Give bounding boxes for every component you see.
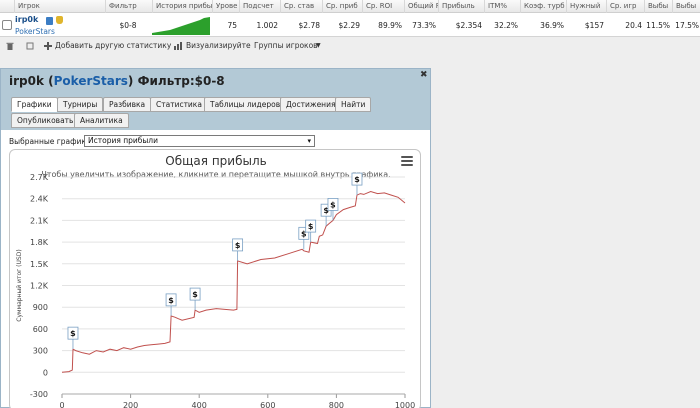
y-tick-label: -300	[30, 390, 48, 399]
col-total-roi[interactable]: Общий R	[404, 0, 438, 13]
cell-turbo: 36.9%	[540, 21, 564, 30]
dollar-marker-label: $	[168, 296, 174, 305]
tab-bar: Графики Турниры Разбивка Статистика Табл…	[1, 94, 430, 130]
y-tick-label: 2.7K	[30, 173, 49, 182]
profit-series-line	[61, 190, 406, 373]
x-tick-label: 0	[59, 401, 64, 408]
tab-breakdown[interactable]: Разбивка	[103, 97, 152, 112]
graph-select-value: История прибыли	[88, 136, 158, 145]
cell-count: 1.002	[256, 21, 278, 30]
tab-tournaments[interactable]: Турниры	[57, 97, 104, 112]
col-itm[interactable]: ITM%	[484, 0, 520, 13]
trophy-icon	[56, 16, 63, 24]
toolbar: Добавить другую статистику Визуализируйт…	[0, 38, 700, 54]
dollar-marker-label: $	[354, 175, 360, 184]
col-profit-history[interactable]: История прибы	[152, 0, 212, 13]
cell-needed: $157	[584, 21, 604, 30]
y-tick-label: 2.4K	[30, 195, 49, 204]
profit-history-sparkline	[152, 17, 210, 35]
col-level[interactable]: Урове	[212, 0, 239, 13]
tab-analytics[interactable]: Аналитика	[74, 113, 129, 128]
dropdown-arrow-icon[interactable]: ▼	[316, 40, 321, 52]
flag-icon	[46, 17, 53, 25]
col-avg-games[interactable]: Ср. игр	[606, 0, 644, 13]
cell-itm: 32.2%	[494, 21, 518, 30]
stats-table: Игрок Фильтр История прибы Урове Подсчет…	[0, 0, 700, 37]
cell-filter: $0-8	[119, 21, 137, 30]
chart-icon[interactable]	[174, 42, 182, 50]
chart-container[interactable]: Общая прибыль Чтобы увеличить изображение…	[9, 149, 421, 408]
col-out2[interactable]: Выбы	[672, 0, 700, 13]
profit-chart[interactable]: Общая прибыль Чтобы увеличить изображение…	[10, 150, 421, 408]
dialog-site-link[interactable]: PokerStars	[54, 74, 128, 88]
select-arrow-icon: ▾	[307, 137, 311, 145]
y-tick-label: 2.1K	[30, 216, 49, 225]
x-tick-label: 400	[192, 401, 207, 408]
col-out1[interactable]: Выбы	[644, 0, 672, 13]
player-groups-button[interactable]: Группы игроков	[254, 40, 318, 52]
cell-level: 75	[227, 21, 237, 30]
cell-out1: 11.5%	[646, 21, 670, 30]
menu-icon[interactable]	[401, 156, 413, 166]
player-site-link[interactable]: PokerStars	[15, 27, 55, 36]
chart-subtitle: Чтобы увеличить изображение, кликните и …	[41, 170, 390, 179]
y-tick-label: 1.8K	[30, 238, 49, 247]
cell-avg-profit: $2.29	[338, 21, 360, 30]
dollar-marker-label: $	[235, 241, 241, 250]
col-avg-roi[interactable]: Ср. ROI	[362, 0, 404, 13]
settings-icon[interactable]	[26, 42, 34, 50]
col-count[interactable]: Подсчет	[239, 0, 280, 13]
chart-title: Общая прибыль	[165, 154, 266, 168]
x-tick-label: 200	[123, 401, 138, 408]
x-tick-label: 800	[329, 401, 344, 408]
col-filter[interactable]: Фильтр	[105, 0, 153, 13]
dollar-marker-label: $	[330, 200, 336, 209]
dialog-player-name: irp0k	[9, 74, 44, 88]
cell-profit: $2.354	[455, 21, 482, 30]
cell-avg-games: 20.4	[625, 21, 642, 30]
add-stat-button[interactable]: Добавить другую статистику	[55, 40, 171, 52]
col-avg-stake[interactable]: Ср. став	[280, 0, 322, 13]
col-profit[interactable]: Прибыль	[438, 0, 484, 13]
x-tick-label: 600	[260, 401, 275, 408]
y-tick-label: 1.5K	[30, 260, 49, 269]
y-tick-label: 600	[33, 325, 48, 334]
dialog-title[interactable]: irp0k (PokerStars) Фильтр:$0-8	[1, 69, 430, 94]
col-player[interactable]: Игрок	[14, 0, 114, 13]
visualize-button[interactable]: Визуализируйте	[186, 40, 251, 52]
dollar-marker-label: $	[192, 290, 198, 299]
player-dialog: irp0k (PokerStars) Фильтр:$0-8 Графики Т…	[0, 68, 431, 408]
cell-avg-stake: $2.78	[298, 21, 320, 30]
cell-avg-roi: 89.9%	[378, 21, 402, 30]
row-checkbox[interactable]	[2, 20, 12, 30]
tab-achievements[interactable]: Достижения	[280, 97, 342, 112]
y-axis-label: Суммарный итог (USD)	[16, 249, 23, 321]
cell-out2: 17.5%	[675, 21, 699, 30]
tab-graphs[interactable]: Графики	[11, 97, 58, 112]
y-tick-label: 0	[43, 368, 48, 377]
dollar-marker-label: $	[70, 329, 76, 338]
tab-find[interactable]: Найти	[335, 97, 372, 112]
tab-leaderboards[interactable]: Таблицы лидеров	[204, 97, 287, 112]
y-tick-label: 900	[33, 303, 48, 312]
col-avg-profit[interactable]: Ср. приб	[322, 0, 362, 13]
dollar-marker-label: $	[308, 222, 314, 231]
y-tick-label: 300	[33, 347, 48, 356]
tab-publish[interactable]: Опубликовать	[11, 113, 80, 128]
player-name-link[interactable]: irp0k	[15, 15, 38, 24]
stats-header: Игрок Фильтр История прибы Урове Подсчет…	[0, 0, 700, 13]
cell-total-roi: 73.3%	[412, 21, 436, 30]
y-tick-label: 1.2K	[30, 282, 49, 291]
dialog-filter: Фильтр:$0-8	[137, 74, 225, 88]
tab-statistics[interactable]: Статистика	[150, 97, 208, 112]
close-icon[interactable]: ✖	[420, 70, 428, 80]
dialog-close-paren: )	[127, 74, 134, 88]
selected-graphs-label: Выбранные графики:	[9, 137, 94, 146]
add-icon[interactable]	[44, 42, 52, 50]
col-needed[interactable]: Нужный	[566, 0, 606, 13]
graph-select[interactable]: История прибыли ▾	[84, 135, 315, 147]
col-turbo[interactable]: Коэф. турб	[520, 0, 566, 13]
x-tick-label: 1000	[395, 401, 415, 408]
trash-icon[interactable]	[6, 42, 14, 50]
